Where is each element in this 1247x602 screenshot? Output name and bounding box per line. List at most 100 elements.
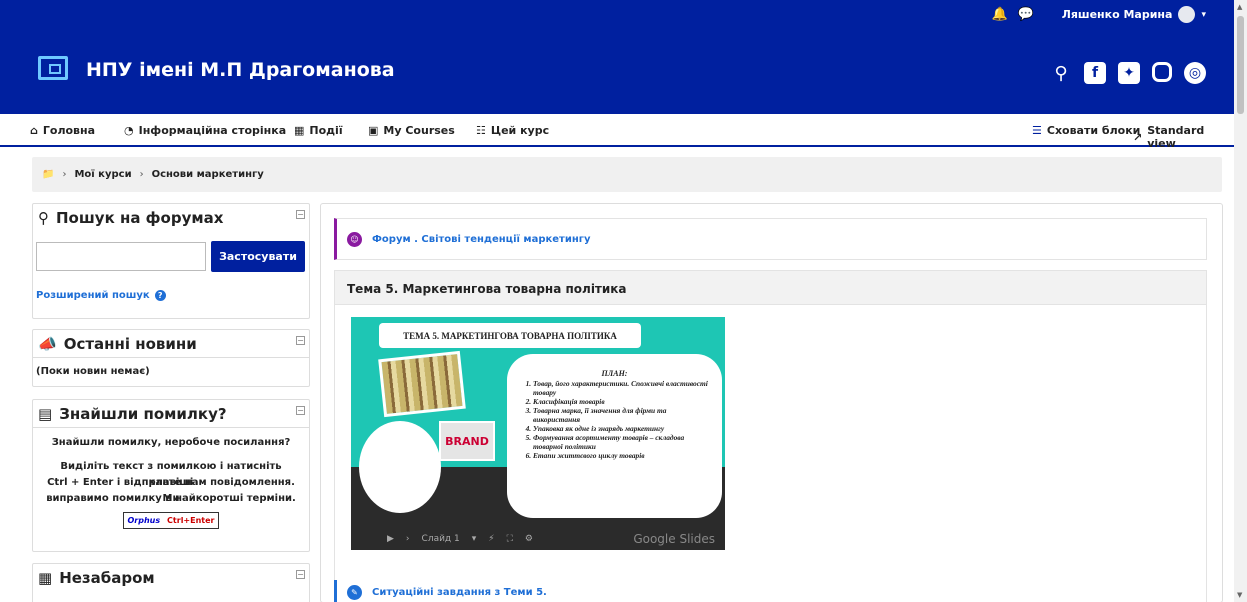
forum-activity[interactable]: ☺ Форум . Світові тенденції маркетингу [334, 218, 1207, 260]
divider [33, 427, 309, 428]
nav-label: Цей курс [490, 124, 550, 137]
notification-area: 🔔 💬 [992, 7, 1034, 22]
scroll-down-icon[interactable]: ▼ [1237, 591, 1242, 599]
scroll-up-icon[interactable]: ▲ [1237, 3, 1242, 11]
brand-logos-image [359, 421, 441, 513]
topic-section: Тема 5. Маркетингова товарна політика ТЕ… [334, 270, 1207, 602]
slides-controls: ▶ › Слайд 1 ▾ ⚡ ⛶ ⚙ Google Slides [351, 527, 725, 550]
standard-view-label: Standard view [1147, 124, 1205, 150]
nav-item-info-page[interactable]: ◔ Інформаційна сторінка [124, 124, 286, 137]
advanced-search-link[interactable]: Розширений пошук ? [36, 290, 166, 301]
news-block: 📣 Останні новини − (Поки новин немає) [32, 329, 310, 387]
nav-label: Події [309, 124, 343, 137]
section-title: Тема 5. Маркетингова товарна політика [347, 282, 627, 296]
google-slides-logo[interactable]: Google Slides [633, 532, 725, 546]
avatar[interactable] [1178, 6, 1196, 23]
plan-item: Формування асортименту товарів – складов… [533, 433, 712, 451]
facebook-icon[interactable]: f [1084, 62, 1106, 84]
top-bar: 🔔 💬 Ляшенко Марина ▾ [0, 0, 1234, 28]
search-icon: ⚲ [38, 209, 49, 227]
orphus-badge[interactable]: Orphus Ctrl+Enter [123, 512, 219, 529]
settings-icon[interactable]: ⚙ [525, 534, 533, 544]
separator: › [139, 169, 144, 180]
plan-item: Упаковка як одне із знарядь маркетингу [533, 424, 712, 433]
next-icon[interactable]: › [406, 534, 410, 544]
bell-icon[interactable]: 🔔 [992, 7, 1008, 22]
block-title: ▤ Знайшли помилку? [38, 405, 227, 423]
news-empty-text: (Поки новин немає) [36, 366, 150, 377]
forum-search-block: ⚲ Пошук на форумах − Застосувати Розшире… [32, 203, 310, 319]
list-icon: ☰ [1032, 124, 1042, 137]
plan-item: Класифікація товарів [533, 397, 712, 406]
folder-icon[interactable]: 📁 [42, 169, 54, 180]
nav-label: Головна [42, 124, 96, 137]
google-slides-embed[interactable]: ТЕМА 5. МАРКЕТИНГОВА ТОВАРНА ПОЛІТИКА BR… [351, 317, 725, 550]
upcoming-block: ▦ Незабаром − [32, 563, 310, 602]
nav-item-my-courses[interactable]: ▣ My Courses [368, 124, 455, 137]
collapse-icon[interactable]: − [296, 210, 305, 219]
chat-icon[interactable]: 💬 [1018, 7, 1034, 22]
breadcrumb-my-courses[interactable]: Мої курси [74, 169, 131, 180]
store-shelves-image [378, 350, 466, 418]
assignment-icon: ✎ [347, 584, 362, 600]
block-title: 📣 Останні новини [38, 335, 197, 353]
nav-item-home[interactable]: ⌂ Головна [30, 124, 95, 137]
site-header: НПУ імені М.П Драгоманова ⚲ f ✦ ◎ [0, 28, 1234, 114]
nav-item-events[interactable]: ▦ Події [294, 124, 343, 137]
separator: › [62, 169, 67, 180]
collapse-icon[interactable]: − [296, 570, 305, 579]
section-header: Тема 5. Маркетингова товарна політика [335, 271, 1206, 305]
found-error-block: ▤ Знайшли помилку? − Знайшли помилку, не… [32, 399, 310, 552]
twitter-icon[interactable]: ✦ [1118, 62, 1140, 84]
forum-search-input[interactable] [36, 242, 206, 271]
sitemap-icon: ☷ [476, 124, 486, 137]
play-icon[interactable]: ▶ [387, 534, 394, 544]
chevron-down-icon[interactable]: ▾ [472, 534, 477, 544]
home-icon: ⌂ [30, 124, 38, 137]
help-icon[interactable]: ? [154, 290, 166, 301]
hide-blocks-button[interactable]: ☰ Сховати блоки [1032, 124, 1140, 137]
hide-blocks-label: Сховати блоки [1046, 124, 1141, 137]
collapse-icon[interactable]: − [296, 336, 305, 345]
forum-link[interactable]: Форум . Світові тенденції маркетингу [372, 234, 591, 245]
nav-label: My Courses [383, 124, 455, 137]
calendar-icon: ▦ [294, 124, 305, 137]
search-icon[interactable]: ⚲ [1050, 62, 1072, 84]
apply-button[interactable]: Застосувати [211, 241, 305, 272]
collapse-icon[interactable]: − [296, 406, 305, 415]
slide-select[interactable]: Слайд 1 [422, 534, 460, 544]
site-title[interactable]: НПУ імені М.П Драгоманова [86, 59, 395, 81]
scroll-thumb[interactable] [1237, 16, 1244, 114]
chevron-down-icon[interactable]: ▾ [1201, 10, 1206, 20]
expand-icon: ↗ [1133, 130, 1143, 144]
plan-item: Товар, його характеристики. Споживчі вла… [533, 379, 712, 397]
error-line-4: виправимо помилку в найкоротші терміни. [46, 493, 296, 504]
social-links: ⚲ f ✦ ◎ [1050, 62, 1206, 84]
newspaper-icon: ▤ [38, 405, 53, 423]
user-menu[interactable]: Ляшенко Марина ▾ [1062, 6, 1206, 23]
plan-heading: ПЛАН: [601, 369, 628, 378]
brand-image: BRAND [439, 421, 495, 461]
assignment-activity[interactable]: ✎ Ситуаційні завдання з Теми 5. [334, 580, 934, 602]
tachometer-icon: ◔ [124, 124, 134, 137]
forum-icon: ☺ [347, 231, 362, 247]
site-logo-icon[interactable] [38, 56, 68, 80]
divider [33, 357, 309, 358]
plan-item: Товарна марка, її значення для фірми та … [533, 406, 712, 424]
instagram-icon[interactable] [1152, 62, 1172, 82]
course-content: ☺ Форум . Світові тенденції маркетингу Т… [320, 203, 1223, 602]
page-scrollbar[interactable]: ▲ ▼ [1234, 0, 1247, 602]
plan-item: Етапи життєвого циклу товарів [533, 451, 712, 460]
assignment-link[interactable]: Ситуаційні завдання з Теми 5. [372, 587, 547, 598]
briefcase-icon: ▣ [368, 124, 379, 137]
nav-item-this-course[interactable]: ☷ Цей курс [476, 124, 549, 137]
globe-icon[interactable]: ◎ [1184, 62, 1206, 84]
standard-view-button[interactable]: ↗ Standard view [1133, 124, 1234, 150]
plan-list: Товар, його характеристики. Споживчі вла… [517, 379, 712, 460]
pointer-icon[interactable]: ⚡ [488, 534, 494, 544]
fullscreen-icon[interactable]: ⛶ [507, 534, 513, 544]
breadcrumb: 📁 › Мої курси › Основи маркетингу [32, 157, 1222, 192]
slide-plan: ПЛАН: Товар, його характеристики. Спожив… [507, 354, 722, 518]
user-name[interactable]: Ляшенко Марина [1062, 8, 1173, 21]
breadcrumb-course[interactable]: Основи маркетингу [152, 169, 264, 180]
